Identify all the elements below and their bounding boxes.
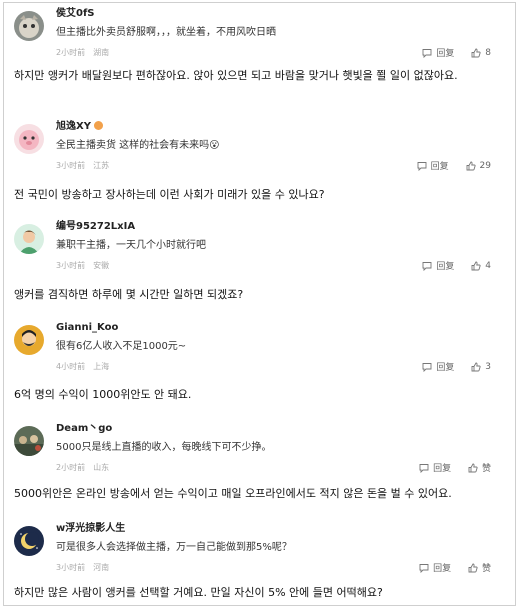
comment-bubble-icon [422, 261, 432, 271]
comment-item: 编号95272LxIA 兼职干主播，一天几个小时就行吧 3小时前 安徽 回复 4 [4, 216, 515, 286]
like-count: 赞 [481, 564, 491, 574]
comment-time: 3小时前 [56, 261, 86, 270]
comment-item: Gianni_Koo 很有6亿人收入不足1000元~ 4小时前 上海 回复 3 [4, 317, 515, 387]
reply-button[interactable]: 回复 [419, 561, 451, 574]
avatar[interactable] [14, 11, 44, 41]
comment-username[interactable]: Gianni_Koo [56, 321, 501, 335]
comment-item: w浮光掠影人生 可是很多人会选择做主播，万一自己能做到那5%呢？ 3小时前 河南 … [4, 518, 515, 588]
avatar[interactable] [14, 426, 44, 456]
comment-username[interactable]: Deam丶go [56, 422, 501, 436]
avatar[interactable] [14, 526, 44, 556]
reply-button[interactable]: 回复 [417, 159, 449, 172]
like-button[interactable]: 赞 [468, 461, 491, 474]
comment-text: 但主播比外卖员舒服啊，，，就坐着，不用风吹日晒 [56, 27, 276, 38]
thumbs-up-icon [471, 362, 481, 371]
reply-button[interactable]: 回复 [422, 259, 454, 272]
comment-username[interactable]: 侯艾0fS [56, 7, 501, 21]
comment-username[interactable]: 编号95272LxIA [56, 220, 501, 234]
avatar[interactable] [14, 325, 44, 355]
translation-text: 앵커를 겸직하면 하루에 몇 시간만 일하면 되겠죠? [14, 288, 244, 301]
reply-label: 回复 [436, 49, 455, 59]
avatar[interactable] [14, 224, 44, 254]
comment-item: Deam丶go 5000只是线上直播的收入，每晚线下可不少挣。 2小时前 山东 回… [4, 418, 515, 488]
comment-location: 江苏 [93, 161, 110, 170]
like-button[interactable]: 29 [466, 161, 491, 171]
reply-button[interactable]: 回复 [422, 360, 454, 373]
like-button[interactable]: 4 [471, 261, 491, 271]
thumbs-up-icon [468, 463, 478, 472]
translation-text: 하지만 앵커가 배달원보다 편하잖아요. 앉아 있으면 되고 바람을 맞거나 햇… [14, 69, 458, 82]
translation-text: 전 국민이 방송하고 장사하는데 이런 사회가 미래가 있을 수 있나요? [14, 188, 325, 201]
thumbs-up-icon [466, 161, 476, 170]
reply-label: 回复 [430, 162, 449, 172]
translation-text: 하지만 많은 사람이 앵커를 선택할 거예요. 만일 자신이 5% 안에 들면 … [14, 586, 383, 599]
reply-button[interactable]: 回复 [419, 461, 451, 474]
comment-bubble-icon [419, 463, 429, 473]
avatar[interactable] [14, 124, 44, 154]
translation-text: 6억 명의 수익이 1000위안도 안 돼요. [14, 388, 192, 401]
like-count: 4 [485, 260, 491, 271]
comment-time: 2小时前 [56, 48, 86, 57]
translation-text: 5000위안은 온라인 방송에서 얻는 수익이고 매일 오프라인에서도 적지 않… [14, 487, 452, 500]
thumbs-up-icon [471, 261, 481, 270]
reply-label: 回复 [433, 564, 452, 574]
like-button[interactable]: 赞 [468, 561, 491, 574]
comment-item: 旭逸XY 全民主播卖货 这样的社会有未来吗😮 3小时前 江苏 回复 29 [4, 116, 515, 186]
comment-time: 3小时前 [56, 161, 86, 170]
thumbs-up-icon [471, 48, 481, 57]
comment-username[interactable]: 旭逸XY [56, 120, 501, 134]
like-button[interactable]: 8 [471, 48, 491, 58]
reply-label: 回复 [436, 262, 455, 272]
comment-item: 侯艾0fS 但主播比外卖员舒服啊，，，就坐着，不用风吹日晒 2小时前 湖南 回复 … [4, 3, 515, 73]
comment-time: 3小时前 [56, 563, 86, 572]
comment-bubble-icon [422, 48, 432, 58]
comment-username[interactable]: w浮光掠影人生 [56, 522, 501, 536]
comment-location: 山东 [93, 463, 110, 472]
comment-time: 2小时前 [56, 463, 86, 472]
reply-button[interactable]: 回复 [422, 46, 454, 59]
comment-location: 上海 [93, 362, 110, 371]
comment-text: 很有6亿人收入不足1000元~ [56, 341, 187, 352]
like-count: 8 [485, 47, 491, 58]
level-badge-icon [93, 121, 103, 130]
comment-location: 河南 [93, 563, 110, 572]
comment-bubble-icon [417, 161, 427, 171]
comment-text: 全民主播卖货 这样的社会有未来吗😮 [56, 140, 220, 151]
thumbs-up-icon [468, 563, 478, 572]
comment-location: 安徽 [93, 261, 110, 270]
comment-text: 兼职干主播，一天几个小时就行吧 [56, 240, 206, 251]
like-count: 3 [485, 361, 491, 372]
reply-label: 回复 [433, 464, 452, 474]
comment-text: 5000只是线上直播的收入，每晚线下可不少挣。 [56, 442, 272, 453]
comment-time: 4小时前 [56, 362, 86, 371]
comment-text: 可是很多人会选择做主播，万一自己能做到那5%呢？ [56, 542, 292, 553]
reply-label: 回复 [436, 363, 455, 373]
like-count: 29 [479, 160, 491, 171]
like-button[interactable]: 3 [471, 362, 491, 372]
comment-location: 湖南 [93, 48, 110, 57]
like-count: 赞 [481, 464, 491, 474]
comment-bubble-icon [422, 362, 432, 372]
comment-bubble-icon [419, 563, 429, 573]
comment-thread: 侯艾0fS 但主播比外卖员舒服啊，，，就坐着，不用风吹日晒 2小时前 湖南 回复 … [3, 2, 516, 606]
